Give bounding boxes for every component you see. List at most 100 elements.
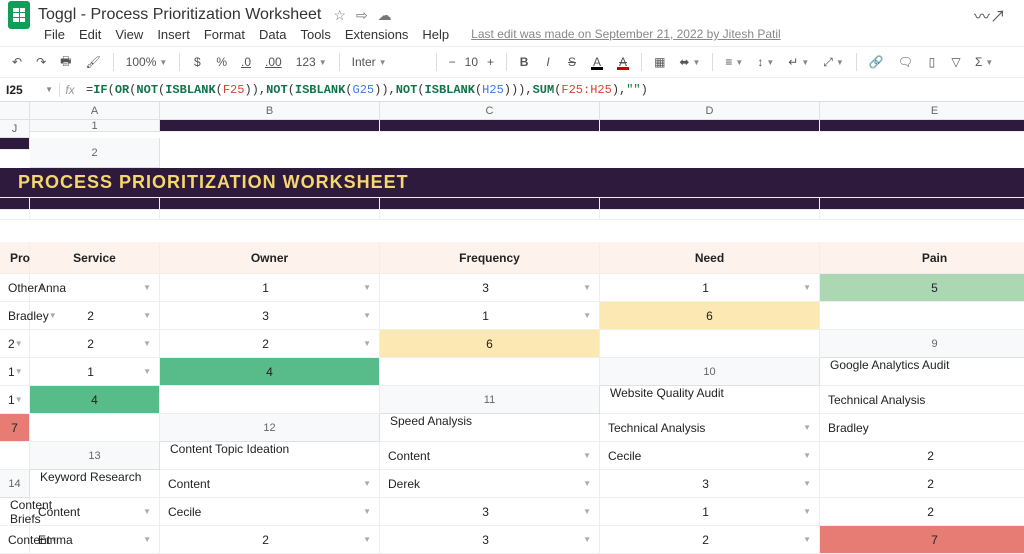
pain-dropdown[interactable]: 2▼ — [820, 498, 1024, 526]
menu-tools[interactable]: Tools — [300, 27, 330, 42]
pain-dropdown[interactable]: 1▼ — [30, 358, 160, 386]
need-dropdown[interactable]: 3▼ — [380, 526, 600, 554]
frequency-dropdown[interactable]: 1▼ — [160, 274, 380, 302]
menu-insert[interactable]: Insert — [157, 27, 190, 42]
process-cell[interactable]: Google Analytics Audit — [820, 358, 1024, 386]
menu-data[interactable]: Data — [259, 27, 286, 42]
menu-help[interactable]: Help — [422, 27, 449, 42]
fill-color-button[interactable]: A — [613, 53, 633, 72]
owner-dropdown[interactable]: Derek▼ — [380, 470, 600, 498]
column-header[interactable]: A — [30, 102, 160, 120]
comment-button[interactable]: 🗨 — [894, 53, 917, 71]
frequency-dropdown[interactable]: 2▼ — [160, 526, 380, 554]
name-box[interactable]: I25▼ — [0, 83, 60, 97]
pain-dropdown[interactable]: 1▼ — [0, 386, 30, 414]
need-dropdown[interactable]: 3▼ — [160, 302, 380, 330]
activity-trend-icon[interactable]: 〰↗ — [974, 3, 1006, 27]
row-header[interactable]: 10 — [600, 358, 820, 386]
process-cell[interactable]: Content Briefs — [0, 498, 30, 526]
paint-format-button[interactable]: 🖌 — [81, 53, 104, 71]
owner-dropdown[interactable]: Emma▼ — [30, 526, 160, 554]
pain-dropdown[interactable]: 2▼ — [160, 330, 380, 358]
star-icon[interactable]: ☆ — [333, 7, 346, 24]
service-dropdown[interactable]: Content▼ — [380, 442, 600, 470]
frequency-dropdown[interactable]: 3▼ — [600, 470, 820, 498]
link-button[interactable]: 🔗 — [865, 53, 888, 71]
frequency-dropdown[interactable]: 2▼ — [30, 302, 160, 330]
font-select[interactable]: Inter▼ — [348, 53, 428, 71]
frequency-dropdown[interactable]: 2▼ — [820, 442, 1024, 470]
font-size-select[interactable]: −10+ — [445, 53, 498, 71]
row-header[interactable]: 1 — [30, 120, 160, 132]
owner-dropdown[interactable]: Bradley▼ — [820, 414, 1024, 442]
service-dropdown[interactable]: Technical Analysis▼ — [820, 386, 1024, 414]
pain-dropdown[interactable]: 2▼ — [600, 526, 820, 554]
menu-format[interactable]: Format — [204, 27, 245, 42]
column-header[interactable]: C — [380, 102, 600, 120]
move-icon[interactable]: ⇨ — [356, 7, 368, 24]
text-color-button[interactable]: A — [587, 53, 607, 72]
italic-button[interactable]: I — [539, 53, 557, 71]
merge-button[interactable]: ⬌▼ — [675, 53, 704, 71]
sheets-app-icon[interactable] — [8, 1, 30, 29]
filter-button[interactable]: ▽ — [947, 53, 965, 71]
row-header[interactable]: 11 — [380, 386, 600, 414]
need-dropdown[interactable]: 2▼ — [820, 470, 1024, 498]
column-header[interactable]: J — [0, 120, 30, 138]
row-header[interactable]: 2 — [30, 138, 160, 168]
owner-dropdown[interactable]: Cecile▼ — [160, 498, 380, 526]
pain-dropdown[interactable]: 1▼ — [600, 274, 820, 302]
chart-button[interactable]: ▯ — [923, 53, 941, 71]
process-cell[interactable]: Content Topic Ideation — [160, 442, 380, 470]
undo-button[interactable]: ↶ — [8, 53, 26, 71]
frequency-dropdown[interactable]: 3▼ — [380, 498, 600, 526]
need-dropdown[interactable]: 3▼ — [380, 274, 600, 302]
print-button[interactable]: 🖶 — [56, 50, 75, 75]
menu-edit[interactable]: Edit — [79, 27, 101, 42]
menu-view[interactable]: View — [115, 27, 143, 42]
row-header[interactable]: 12 — [160, 414, 380, 442]
number-format-select[interactable]: 123▼ — [292, 53, 331, 71]
rotate-button[interactable]: ⤢▼ — [819, 53, 848, 72]
column-header[interactable]: D — [600, 102, 820, 120]
halign-button[interactable]: ≡▼ — [721, 53, 747, 71]
redo-button[interactable]: ↷ — [32, 53, 50, 71]
process-cell[interactable]: Keyword Research — [30, 470, 160, 498]
owner-dropdown[interactable]: Cecile▼ — [600, 442, 820, 470]
process-cell[interactable]: Website Quality Audit — [600, 386, 820, 414]
row-header[interactable]: 14 — [0, 470, 30, 498]
column-header[interactable]: E — [820, 102, 1024, 120]
need-dropdown[interactable]: 1▼ — [600, 498, 820, 526]
strike-button[interactable]: S — [563, 53, 581, 71]
process-cell[interactable]: Speed Analysis — [380, 414, 600, 442]
formula-input[interactable]: =IF(OR(NOT(ISBLANK(F25)),NOT(ISBLANK(G25… — [80, 83, 1024, 97]
bold-button[interactable]: B — [515, 53, 533, 71]
cloud-icon[interactable]: ☁ — [378, 7, 392, 24]
menu-extensions[interactable]: Extensions — [345, 27, 409, 42]
currency-button[interactable]: $ — [188, 53, 206, 71]
need-dropdown[interactable]: 2▼ — [30, 330, 160, 358]
owner-dropdown[interactable]: Bradley▼ — [0, 302, 30, 330]
service-dropdown[interactable]: Other▼ — [0, 274, 30, 302]
service-dropdown[interactable]: Technical Analysis▼ — [600, 414, 820, 442]
pain-dropdown[interactable]: 1▼ — [380, 302, 600, 330]
borders-button[interactable]: ▦ — [650, 53, 669, 71]
service-dropdown[interactable]: Content▼ — [0, 526, 30, 554]
last-edit-note[interactable]: Last edit was made on September 21, 2022… — [471, 27, 781, 41]
decrease-decimal-button[interactable]: .0 — [237, 53, 255, 71]
wrap-button[interactable]: ↵▼ — [784, 53, 813, 71]
menu-file[interactable]: File — [44, 27, 65, 42]
service-dropdown[interactable]: Content▼ — [30, 498, 160, 526]
zoom-select[interactable]: 100%▼ — [122, 53, 172, 71]
valign-button[interactable]: ↕▼ — [753, 53, 778, 71]
spreadsheet-grid[interactable]: ABCDEFGHIJ12PROCESS PRIORITIZATION WORKS… — [0, 102, 1024, 554]
functions-button[interactable]: Σ▼ — [971, 53, 997, 71]
increase-decimal-button[interactable]: .00 — [261, 53, 286, 71]
document-title[interactable]: Toggl - Process Prioritization Worksheet — [38, 6, 321, 24]
owner-dropdown[interactable]: Anna▼ — [30, 274, 160, 302]
row-header[interactable]: 9 — [820, 330, 1024, 358]
row-header[interactable]: 13 — [30, 442, 160, 470]
column-header[interactable]: B — [160, 102, 380, 120]
service-dropdown[interactable]: Content▼ — [160, 470, 380, 498]
need-dropdown[interactable]: 1▼ — [0, 358, 30, 386]
